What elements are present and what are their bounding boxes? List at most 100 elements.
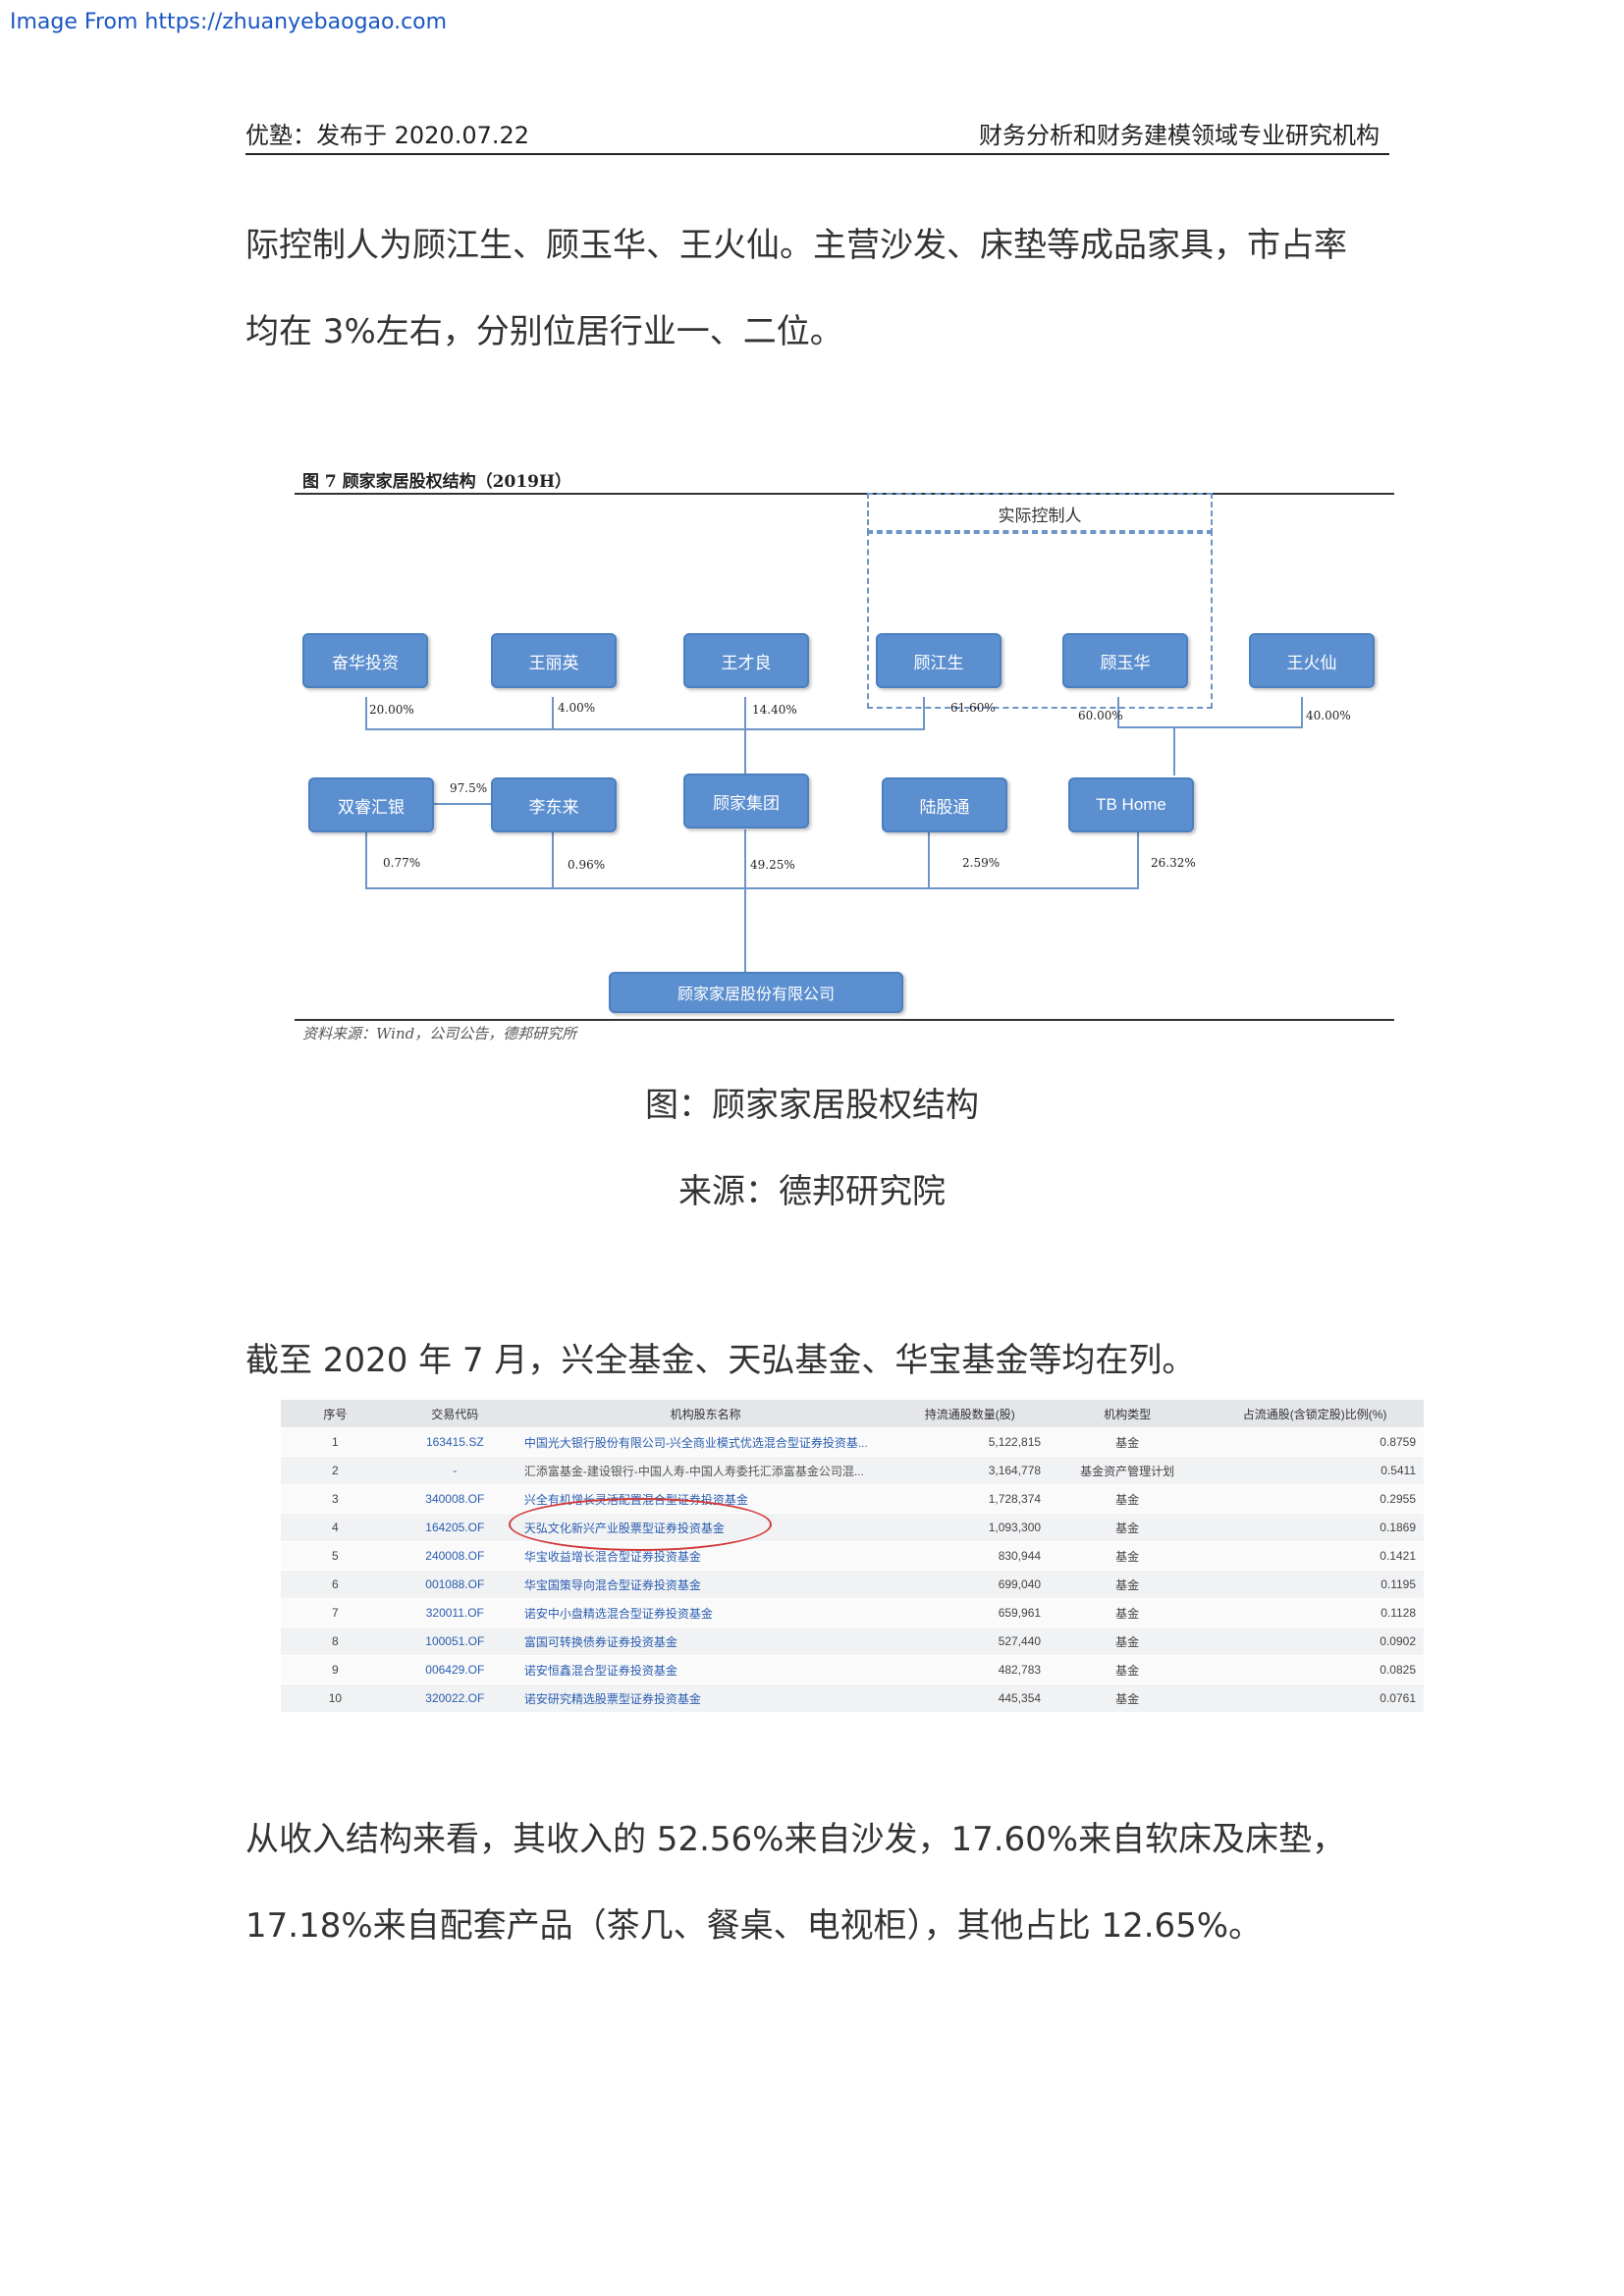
table-cell: 0.0761 [1206, 1683, 1424, 1712]
table-cell: 0.5411 [1206, 1456, 1424, 1485]
table-cell[interactable]: 001088.OF [389, 1570, 520, 1599]
table-cell[interactable]: 006429.OF [389, 1655, 520, 1684]
table-cell: 445,354 [891, 1683, 1050, 1712]
table-row: 5 240008.OF 华宝收益增长混合型证券投资基金 830,944 基金 0.1421 [281, 1541, 1424, 1571]
table-cell: 1,093,300 [891, 1513, 1050, 1542]
table-cell: 基金 [1049, 1598, 1207, 1628]
table-cell[interactable]: 240008.OF [389, 1541, 520, 1571]
node-northbound-connect: 陆股通 [882, 777, 1007, 832]
table-cell: 5 [281, 1541, 390, 1571]
table-cell[interactable]: 诺安研究精选股票型证券投资基金 [519, 1683, 892, 1712]
table-cell: 7 [281, 1598, 390, 1628]
node-wang-cailiang: 王才良 [683, 633, 809, 688]
table-row: 7 320011.OF 诺安中小盘精选混合型证券投资基金 659,961 基金 0.112… [281, 1598, 1424, 1628]
table-cell: 659,961 [891, 1598, 1050, 1628]
table-row: 1 163415.SZ 中国光大银行股份有限公司-兴全商业模式优选混合型证券投资基.… [281, 1427, 1424, 1457]
connector-line [923, 697, 925, 728]
pct-li-to-shuangrui: 97.5% [450, 781, 488, 795]
pct-fenhua: 20.00% [369, 703, 414, 717]
paragraph-4: 从收入结构来看，其收入的 52.56%来自沙发，17.60%来自软床及床垫， [245, 1820, 1346, 1859]
table-cell: 基金 [1049, 1484, 1207, 1514]
connector-line [744, 697, 746, 728]
connector-line [1117, 726, 1303, 728]
node-gu-yuhua: 顾玉华 [1062, 633, 1188, 688]
connector-line [365, 728, 925, 730]
table-cell: 1,728,374 [891, 1484, 1050, 1514]
figure-bottom-rule [295, 1019, 1394, 1021]
connector-line [552, 829, 554, 888]
node-fenhua-investment: 奋华投资 [302, 633, 428, 688]
table-cell: 3,164,778 [891, 1456, 1050, 1485]
table-cell[interactable]: 100051.OF [389, 1627, 520, 1656]
table-cell: 3 [281, 1484, 390, 1514]
table-row: 6 001088.OF 华宝国策导向混合型证券投资基金 699,040 基金 0.1195 [281, 1570, 1424, 1599]
table-cell: 0.1421 [1206, 1541, 1424, 1571]
table-cell: 基金 [1049, 1655, 1207, 1684]
node-wang-liying: 王丽英 [491, 633, 617, 688]
header-org: 财务分析和财务建模领域专业研究机构 [979, 122, 1380, 149]
table-cell[interactable]: 中国光大银行股份有限公司-兴全商业模式优选混合型证券投资基... [519, 1427, 892, 1457]
table-cell: 1 [281, 1427, 390, 1457]
pct-wang-liying: 4.00% [558, 701, 596, 715]
table-cell[interactable]: 华宝国策导向混合型证券投资基金 [519, 1570, 892, 1599]
pct-wang-huoxian: 40.00% [1306, 709, 1351, 722]
institutional-holders-table: 序号 交易代码 机构股东名称 持流通股数量(股) 机构类型 占流通股(含锁定股)… [281, 1400, 1424, 1712]
node-li-donglai: 李东来 [491, 777, 617, 832]
table-cell: 汇添富基金-建设银行-中国人寿-中国人寿委托汇添富基金公司混... [519, 1456, 892, 1485]
table-cell: 基金 [1049, 1570, 1207, 1599]
table-cell: 2 [281, 1456, 390, 1485]
table-cell[interactable]: 164205.OF [389, 1513, 520, 1542]
connector-arrow [744, 728, 746, 775]
node-kuka-home-company: 顾家家居股份有限公司 [609, 972, 903, 1013]
table-cell: 699,040 [891, 1570, 1050, 1599]
table-cell: 基金 [1049, 1427, 1207, 1457]
node-kuka-group: 顾家集团 [683, 774, 809, 828]
table-cell[interactable]: 340008.OF [389, 1484, 520, 1514]
pct-kuka-group: 49.25% [750, 858, 795, 872]
actual-controller-label: 实际控制人 [867, 493, 1213, 534]
connector-line [365, 697, 367, 728]
table-row: 10 320022.OF 诺安研究精选股票型证券投资基金 445,354 基金 0.076… [281, 1683, 1424, 1712]
table-cell: 基金 [1049, 1541, 1207, 1571]
pct-tb-home: 26.32% [1151, 856, 1196, 870]
table-cell: - [389, 1456, 520, 1485]
table-cell[interactable]: 163415.SZ [389, 1427, 520, 1457]
column-header: 机构类型 [1049, 1400, 1207, 1428]
pct-wang-cailiang: 14.40% [752, 703, 797, 717]
source-link[interactable]: Image From https://zhuanyebaogao.com [10, 10, 447, 34]
highlight-circle [509, 1498, 772, 1551]
pct-gu-jiangsheng: 61.60% [950, 701, 996, 715]
table-cell: 0.1195 [1206, 1570, 1424, 1599]
table-cell[interactable]: 诺安恒鑫混合型证券投资基金 [519, 1655, 892, 1684]
node-shuangrui-huiyin: 双睿汇银 [308, 777, 434, 832]
pct-shuangrui: 0.77% [383, 856, 421, 870]
table-cell[interactable]: 诺安中小盘精选混合型证券投资基金 [519, 1598, 892, 1628]
table-cell: 6 [281, 1570, 390, 1599]
connector-line [1137, 829, 1139, 888]
table-cell[interactable]: 富国可转换债券证券投资基金 [519, 1627, 892, 1656]
table-cell: 482,783 [891, 1655, 1050, 1684]
table-cell: 5,122,815 [891, 1427, 1050, 1457]
table-cell: 830,944 [891, 1541, 1050, 1571]
table-row: 2- 汇添富基金-建设银行-中国人寿-中国人寿委托汇添富基金公司混... 3,164… [281, 1456, 1424, 1485]
column-header: 交易代码 [389, 1400, 520, 1428]
figure-title: 图 7 顾家家居股权结构（2019H） [302, 472, 572, 492]
table-cell: 基金 [1049, 1683, 1207, 1712]
column-header: 占流通股(含锁定股)比例(%) [1206, 1400, 1424, 1428]
equity-structure-figure: 图 7 顾家家居股权结构（2019H） 实际控制人 奋华投资 王丽英 王才良 顾… [295, 461, 1394, 1050]
table-cell: 基金资产管理计划 [1049, 1456, 1207, 1485]
table-cell: 0.1128 [1206, 1598, 1424, 1628]
connector-arrow [744, 829, 746, 972]
table-cell[interactable]: 320022.OF [389, 1683, 520, 1712]
pct-gu-yuhua: 60.00% [1078, 709, 1123, 722]
table-cell: 基金 [1049, 1627, 1207, 1656]
connector-line [365, 829, 367, 888]
table-cell[interactable]: 320011.OF [389, 1598, 520, 1628]
table-row: 3 340008.OF 兴全有机增长灵活配置混合型证券投资基金 1,728,374 基金… [281, 1484, 1424, 1514]
table-cell: 0.8759 [1206, 1427, 1424, 1457]
figure-top-rule [295, 493, 1394, 495]
node-gu-jiangsheng: 顾江生 [876, 633, 1001, 688]
figure-source-note: 资料来源：Wind，公司公告，德邦研究所 [302, 1025, 577, 1042]
table-cell: 8 [281, 1627, 390, 1656]
table-cell: 0.0825 [1206, 1655, 1424, 1684]
